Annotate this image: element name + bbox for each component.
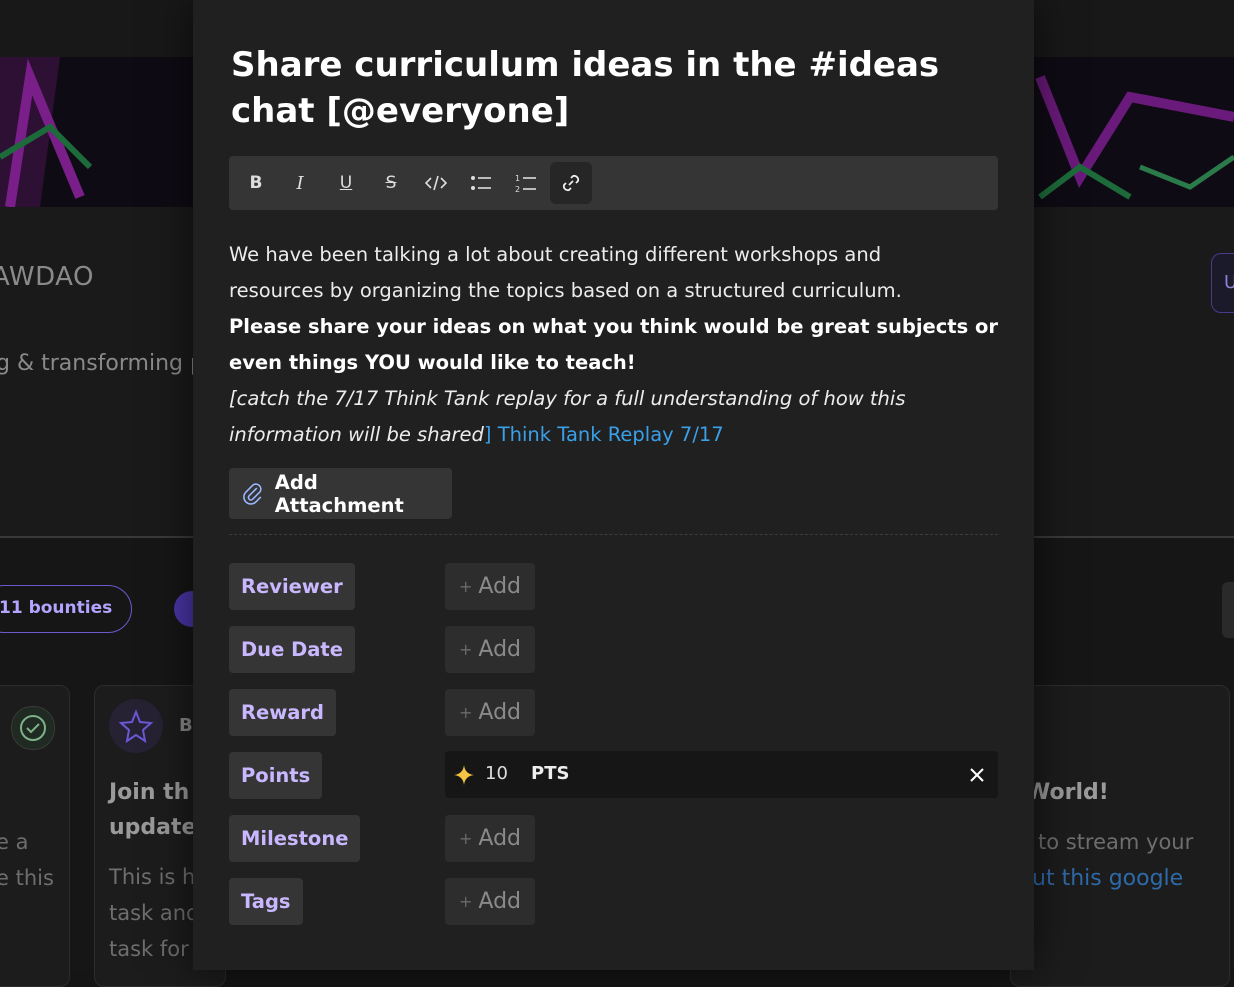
description-bold-paragraph: Please share your ideas on what you thin…: [229, 315, 999, 374]
card-body-text: to stream your: [1038, 830, 1194, 854]
add-due-date-label: Add: [478, 637, 521, 662]
link-button[interactable]: [550, 162, 592, 204]
add-reviewer-label: Add: [478, 574, 521, 599]
board-toggle[interactable]: [1222, 582, 1234, 638]
add-milestone-label: Add: [478, 826, 521, 851]
plus-icon: +: [459, 703, 473, 722]
task-description[interactable]: We have been talking a lot about creatin…: [229, 237, 1009, 453]
points-input[interactable]: 10 PTS: [445, 751, 998, 798]
add-tags-label: Add: [478, 889, 521, 914]
description-paragraph: We have been talking a lot about creatin…: [229, 243, 902, 302]
add-attachment-button[interactable]: Add Attachment: [229, 468, 452, 519]
card-body-text: This is h: [109, 865, 196, 889]
card-body-text: task for: [109, 937, 189, 961]
points-value: 10: [485, 763, 508, 784]
card-body-text: e this: [0, 866, 54, 890]
plus-icon: +: [459, 829, 473, 848]
bounties-filter-pill[interactable]: 11 bounties: [0, 585, 132, 633]
card-badge: B: [179, 715, 193, 736]
task-modal: Share curriculum ideas in the #ideas cha…: [193, 0, 1034, 970]
bulleted-list-icon: [471, 176, 491, 190]
points-label: Points: [229, 752, 323, 799]
add-reward-label: Add: [478, 700, 521, 725]
italic-icon: I: [296, 172, 304, 194]
description-replay-paragraph: [catch the 7/17 Think Tank replay for a …: [229, 381, 949, 453]
card-title: World!: [1026, 780, 1109, 805]
section-divider: [229, 534, 998, 535]
card-body-text: task and: [109, 901, 200, 925]
add-milestone-button[interactable]: + Add: [445, 815, 535, 862]
underline-icon: U: [339, 173, 353, 193]
due-date-label: Due Date: [229, 626, 355, 673]
card-body-text: e a: [0, 830, 29, 854]
plus-icon: +: [459, 640, 473, 659]
formatting-toolbar: B I U S 12: [229, 156, 998, 210]
header-action-label: U: [1224, 272, 1234, 293]
code-button[interactable]: [415, 162, 457, 204]
add-attachment-label: Add Attachment: [274, 470, 404, 517]
reward-label: Reward: [229, 689, 336, 736]
paperclip-icon: [243, 482, 262, 505]
description-bracket: ]: [483, 423, 492, 446]
add-reward-button[interactable]: + Add: [445, 689, 535, 736]
star-icon: [109, 699, 163, 753]
numbered-list-button[interactable]: 12: [505, 162, 547, 204]
bold-button[interactable]: B: [235, 162, 277, 204]
sparkle-star-icon: [454, 765, 474, 785]
org-description: g & transforming p: [0, 351, 204, 376]
milestone-label: Milestone: [229, 815, 361, 862]
add-reviewer-button[interactable]: + Add: [445, 563, 535, 610]
numbered-list-icon: 12: [515, 174, 536, 193]
bulleted-list-button[interactable]: [460, 162, 502, 204]
reviewer-label: Reviewer: [229, 563, 355, 610]
underline-button[interactable]: U: [325, 162, 367, 204]
card-link[interactable]: ut this google: [1032, 866, 1183, 891]
bold-icon: B: [249, 173, 263, 193]
check-circle-icon: [11, 706, 55, 750]
clear-points-icon[interactable]: [969, 767, 985, 783]
add-due-date-button[interactable]: + Add: [445, 626, 535, 673]
code-icon: [425, 175, 447, 191]
strikethrough-icon: S: [385, 173, 397, 193]
task-title[interactable]: Share curriculum ideas in the #ideas cha…: [231, 42, 991, 134]
strikethrough-button[interactable]: S: [370, 162, 412, 204]
card-title: update: [109, 815, 197, 840]
header-action-button[interactable]: U: [1211, 253, 1234, 313]
svg-text:1: 1: [515, 174, 520, 183]
svg-text:2: 2: [515, 185, 520, 193]
card-title: Join th: [109, 780, 190, 805]
add-tags-button[interactable]: + Add: [445, 878, 535, 925]
points-unit: PTS: [531, 763, 570, 784]
org-name: AWDAO: [0, 262, 94, 292]
link-icon: [562, 174, 580, 192]
plus-icon: +: [459, 577, 473, 596]
plus-icon: +: [459, 892, 473, 911]
tags-label: Tags: [229, 878, 303, 925]
think-tank-replay-link[interactable]: Think Tank Replay 7/17: [498, 423, 724, 446]
italic-button[interactable]: I: [279, 162, 321, 204]
